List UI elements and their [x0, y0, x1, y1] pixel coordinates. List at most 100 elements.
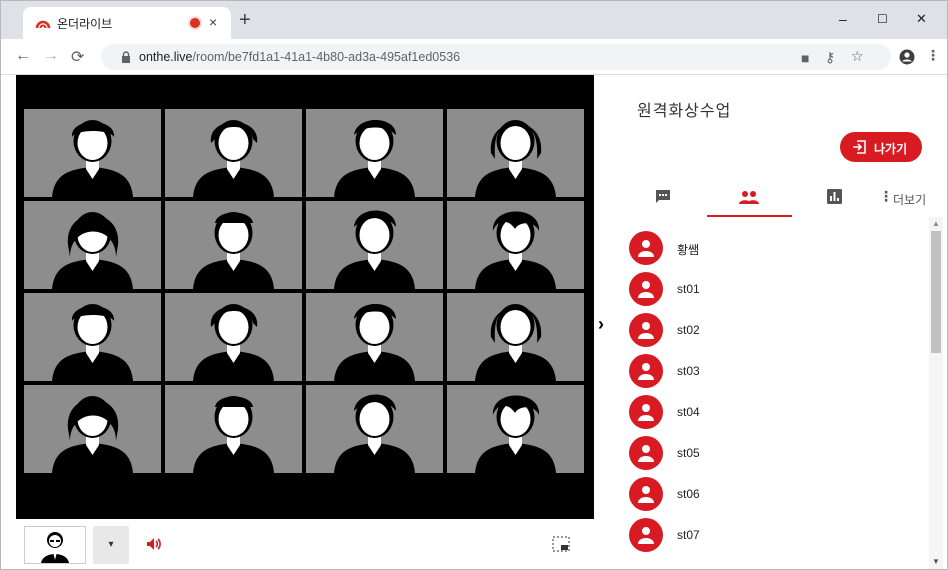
panel-tabs: ⋮ 더보기 — [611, 179, 947, 219]
forward-arrow-icon[interactable]: → — [43, 47, 59, 65]
lock-icon — [122, 51, 130, 63]
person-silhouette-icon — [52, 120, 133, 197]
person-silhouette-icon — [193, 120, 274, 197]
browser-window: 온더라이브 × + – ☐ ✕ ← → ⟳ onthe.live/room/be… — [0, 0, 948, 570]
more-button[interactable]: 더보기 — [893, 191, 926, 208]
more-dots-icon[interactable]: ⋮ — [879, 188, 893, 205]
participant-video-tile[interactable] — [306, 385, 443, 473]
participant-row[interactable]: st03 — [629, 350, 919, 390]
participant-list-scrollbar[interactable]: ▲ ▼ — [929, 217, 943, 569]
key-icon[interactable]: ⚷ — [825, 49, 835, 66]
participant-row[interactable]: st06 — [629, 473, 919, 513]
participant-row[interactable]: st05 — [629, 432, 919, 472]
participant-video-tile[interactable] — [24, 109, 161, 197]
participant-name: st06 — [677, 487, 700, 501]
scrollbar-thumb[interactable] — [931, 231, 941, 353]
minimize-button[interactable]: – — [839, 11, 847, 27]
participant-video-tile[interactable] — [24, 201, 161, 289]
url-host: onthe.live — [139, 50, 193, 64]
room-title: 원격화상수업 — [637, 103, 732, 120]
browser-toolbar: ← → ⟳ onthe.live/room/be7fd1a1-41a1-4b80… — [1, 39, 947, 75]
onthelive-logo-icon — [35, 20, 51, 29]
maximize-button[interactable]: ☐ — [877, 12, 888, 26]
video-stage — [16, 75, 594, 519]
person-silhouette-icon — [475, 395, 556, 473]
address-bar[interactable]: onthe.live/room/be7fd1a1-41a1-4b80-ad3a-… — [101, 44, 891, 70]
participant-video-tile[interactable] — [24, 385, 161, 473]
participant-video-tile[interactable] — [306, 201, 443, 289]
participant-row[interactable]: 황쌤 — [629, 227, 919, 267]
participant-name: st02 — [677, 323, 700, 337]
recording-indicator-icon — [190, 18, 200, 28]
self-camera-thumbnail[interactable] — [24, 526, 86, 564]
active-tab-indicator — [707, 215, 792, 217]
exit-label: 나가기 — [874, 142, 908, 156]
close-window-button[interactable]: ✕ — [916, 11, 927, 27]
participant-video-tile[interactable] — [165, 385, 302, 473]
person-silhouette-icon — [193, 396, 274, 473]
tab-participants[interactable] — [729, 179, 769, 217]
person-silhouette-icon — [334, 304, 415, 381]
participant-video-tile[interactable] — [306, 109, 443, 197]
exit-button[interactable]: 나가기 — [840, 132, 922, 162]
person-silhouette-icon — [52, 304, 133, 381]
user-avatar-icon — [629, 395, 663, 429]
chat-icon — [656, 190, 670, 203]
person-silhouette-icon — [475, 304, 556, 381]
url-path: /room/be7fd1a1-41a1-4b80-ad3a-495af1ed05… — [192, 50, 461, 64]
menu-dots-icon[interactable]: ⋮ — [926, 47, 940, 64]
side-panel: 원격화상수업 나가기 ⋮ 더보기 황쌤 st01 st02 st03 st04 … — [611, 75, 947, 569]
camera-dropdown-button[interactable]: ▾ — [93, 526, 129, 564]
participant-video-tile[interactable] — [447, 293, 584, 381]
participant-name: st07 — [677, 528, 700, 542]
participant-name: st05 — [677, 446, 700, 460]
speaker-icon[interactable] — [146, 536, 162, 552]
participant-video-tile[interactable] — [447, 109, 584, 197]
person-silhouette-icon — [475, 211, 556, 289]
person-silhouette-icon — [193, 304, 274, 381]
person-silhouette-icon — [475, 120, 556, 197]
scroll-up-icon[interactable]: ▲ — [932, 219, 940, 228]
participant-video-tile[interactable] — [165, 109, 302, 197]
new-tab-button[interactable]: + — [239, 10, 251, 30]
tab-title: 온더라이브 — [57, 17, 113, 31]
back-arrow-icon[interactable]: ← — [15, 47, 31, 65]
browser-tab[interactable]: 온더라이브 × — [23, 7, 231, 39]
participant-video-tile[interactable] — [165, 293, 302, 381]
tab-close-icon[interactable]: × — [209, 14, 217, 30]
participant-row[interactable]: st04 — [629, 391, 919, 431]
user-avatar-icon — [629, 313, 663, 347]
picture-in-picture-icon[interactable] — [552, 536, 570, 552]
participant-name: st01 — [677, 282, 700, 296]
video-grid — [24, 109, 586, 481]
participant-row[interactable]: st07 — [629, 514, 919, 554]
participant-video-tile[interactable] — [306, 293, 443, 381]
person-silhouette-icon — [334, 120, 415, 197]
participant-video-tile[interactable] — [24, 293, 161, 381]
participant-row[interactable]: st01 — [629, 268, 919, 308]
reload-icon[interactable]: ⟳ — [71, 47, 84, 67]
tab-strip: 온더라이브 × + – ☐ ✕ — [1, 1, 947, 39]
url-text: onthe.live/room/be7fd1a1-41a1-4b80-ad3a-… — [139, 50, 460, 64]
person-silhouette-icon — [193, 212, 274, 289]
person-silhouette-icon — [52, 212, 133, 289]
tab-poll[interactable] — [815, 179, 855, 217]
participant-video-tile[interactable] — [165, 201, 302, 289]
participants-icon — [739, 191, 759, 204]
poll-icon — [827, 189, 842, 204]
user-avatar-icon — [629, 272, 663, 306]
participant-name: st04 — [677, 405, 700, 419]
camera-icon[interactable]: ■ — [801, 50, 809, 66]
person-silhouette-icon — [52, 396, 133, 473]
scroll-down-icon[interactable]: ▼ — [932, 557, 940, 566]
exit-icon — [853, 140, 866, 154]
profile-icon[interactable] — [899, 49, 915, 65]
user-avatar-icon — [629, 354, 663, 388]
participant-video-tile[interactable] — [447, 385, 584, 473]
collapse-panel-chevron-icon[interactable]: › — [598, 314, 604, 335]
participant-row[interactable]: st02 — [629, 309, 919, 349]
participant-name: 황쌤 — [677, 243, 700, 257]
participant-video-tile[interactable] — [447, 201, 584, 289]
star-icon[interactable]: ☆ — [851, 48, 864, 65]
tab-chat[interactable] — [643, 179, 683, 217]
